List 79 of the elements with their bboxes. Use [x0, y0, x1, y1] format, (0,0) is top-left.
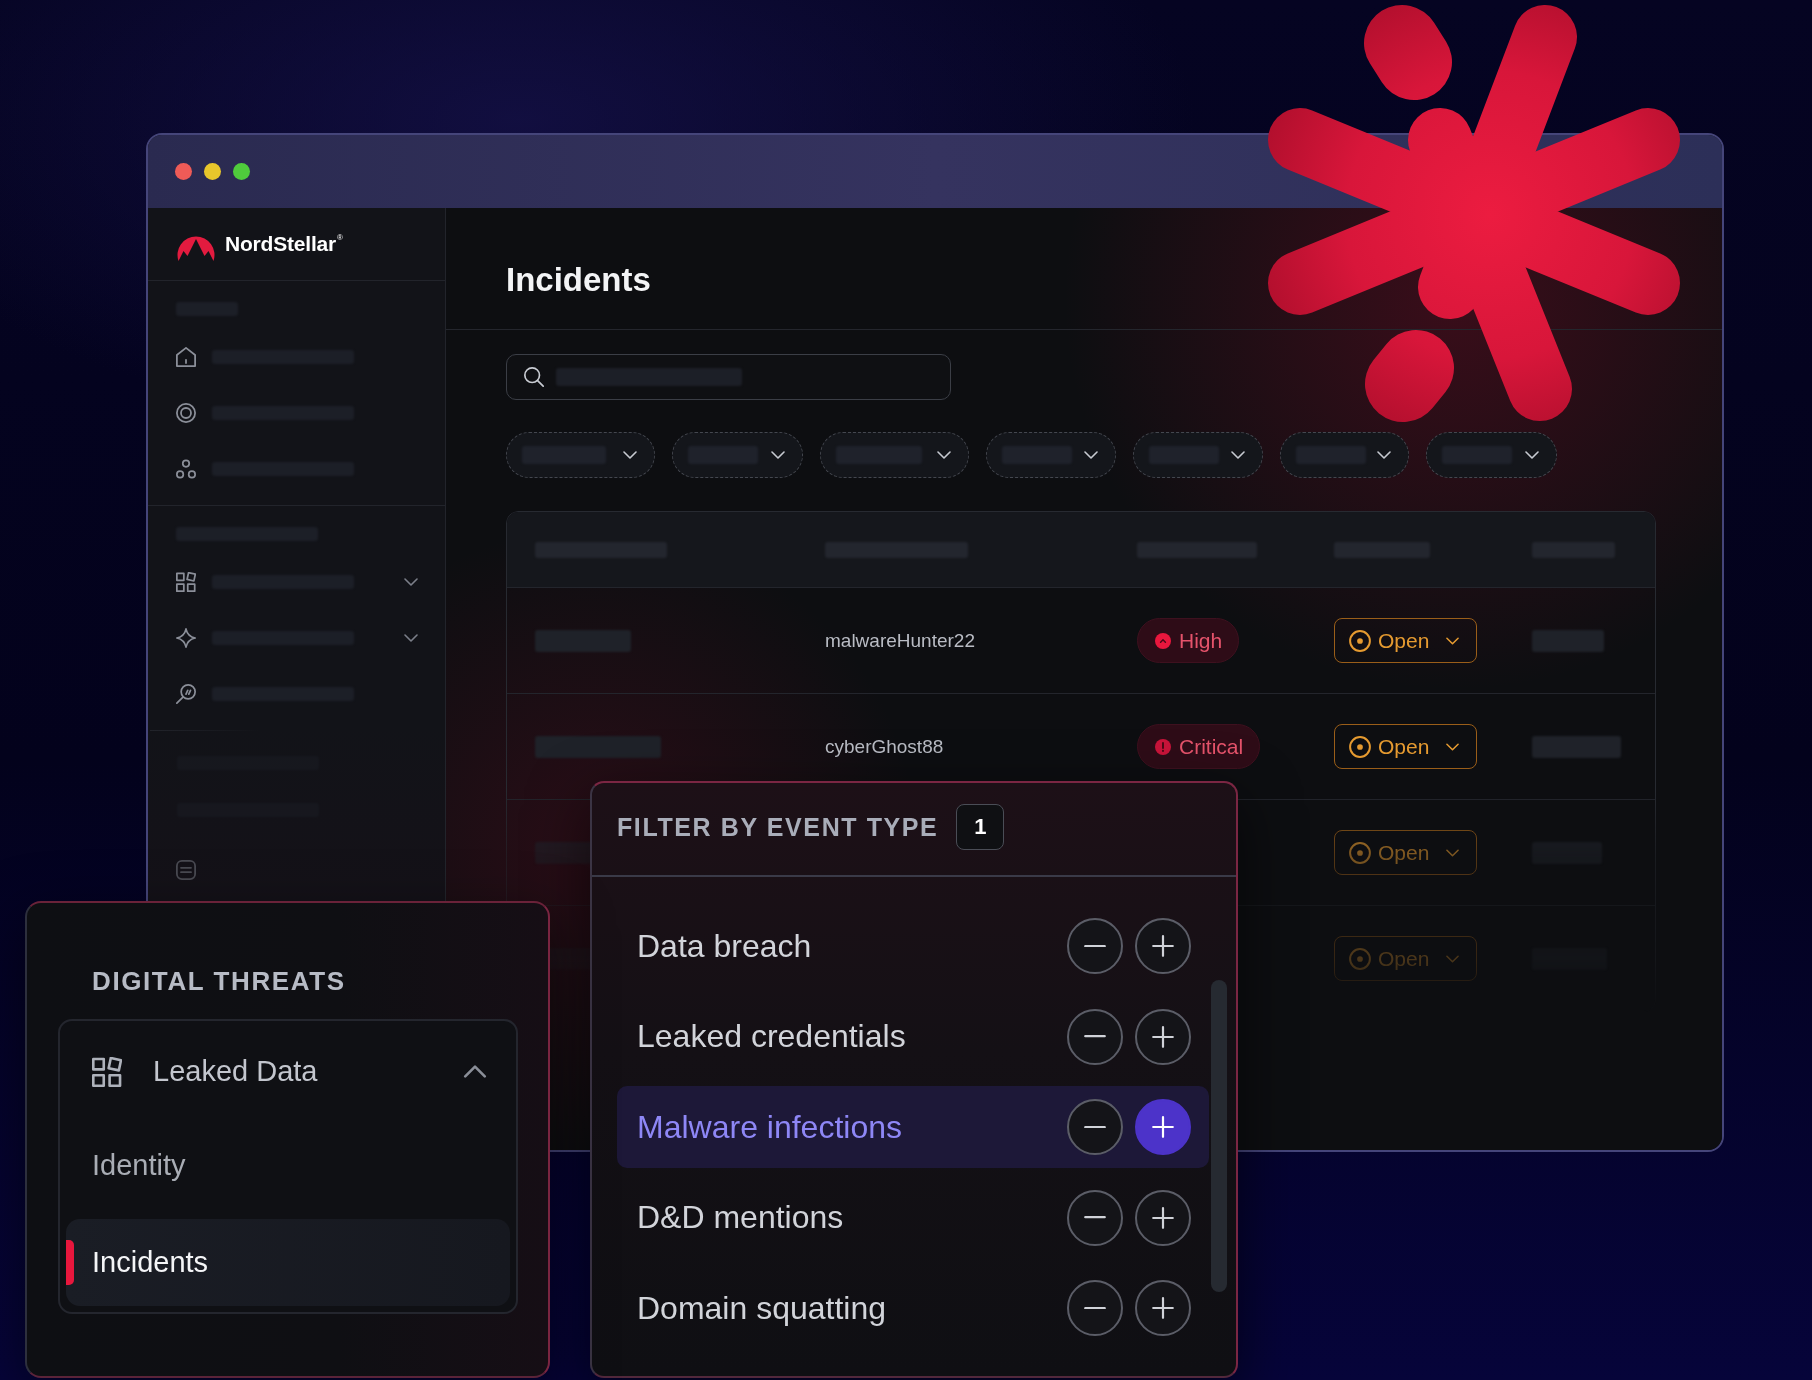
count-badge: 1: [956, 804, 1005, 850]
home-icon: [176, 347, 196, 367]
sparkle-icon: [176, 628, 196, 648]
minus-icon: [1084, 1125, 1106, 1129]
filter-dropdown[interactable]: [506, 432, 655, 478]
option-label: Malware infections: [637, 1108, 903, 1146]
search-field[interactable]: [506, 354, 951, 400]
include-button[interactable]: [1135, 1099, 1191, 1155]
minus-icon: [1084, 1306, 1106, 1310]
option-label: Domain squatting: [637, 1289, 888, 1327]
filter-dropdown[interactable]: [1426, 432, 1557, 478]
circles-icon: [176, 459, 196, 479]
filter-dropdown[interactable]: [1133, 432, 1263, 478]
maximize-button[interactable]: [233, 163, 250, 180]
popup-title: FILTER BY EVENT TYPE: [617, 812, 939, 842]
table-cell: malwareHunter22: [825, 629, 975, 652]
chevron-down-icon: [1446, 636, 1459, 645]
include-button[interactable]: [1135, 1008, 1191, 1065]
blurred-placeholder: [1532, 629, 1604, 652]
circle-dot-icon: [1349, 629, 1371, 652]
filter-dropdown[interactable]: [672, 432, 803, 478]
nav-item[interactable]: Incidents: [66, 1219, 510, 1306]
plus-icon: [1152, 935, 1174, 957]
filter-dropdown[interactable]: [820, 432, 969, 478]
chevron-down-icon: [1446, 848, 1459, 857]
severity-label: Critical: [1179, 734, 1244, 759]
circle-dot-icon: [1349, 735, 1371, 758]
include-button[interactable]: [1135, 1189, 1191, 1246]
circle-dot-icon: [1349, 947, 1371, 970]
option-label: D&D mentions: [637, 1199, 845, 1236]
close-button[interactable]: [175, 163, 192, 180]
include-button[interactable]: [1135, 1280, 1191, 1336]
plus-icon: [1152, 1297, 1174, 1319]
status-dropdown[interactable]: Open: [1334, 618, 1477, 663]
chevron-down-icon: [1446, 742, 1459, 751]
plus-icon: [1152, 1206, 1174, 1229]
filter-dropdown[interactable]: [986, 432, 1116, 478]
nav-item[interactable]: Identity: [66, 1122, 510, 1209]
nav-group-toggle[interactable]: Leaked Data: [66, 1021, 510, 1112]
exclude-button[interactable]: [1067, 1280, 1123, 1336]
chevron-down-icon: [623, 451, 637, 459]
chevron-down-icon: [1377, 451, 1391, 459]
chevron-down-icon: [771, 451, 785, 459]
minus-icon: [1084, 1035, 1106, 1038]
severity-dot-icon: [1155, 632, 1171, 649]
severity-label: High: [1179, 628, 1223, 653]
chevron-down-icon: [1231, 451, 1245, 459]
minus-icon: [1084, 1216, 1106, 1219]
exclude-button[interactable]: [1067, 1189, 1123, 1246]
target-icon: [176, 403, 196, 423]
minus-icon: [1084, 944, 1106, 948]
panel-title: DIGITAL THREATS: [92, 966, 347, 996]
circle-dot-icon: [1349, 841, 1371, 864]
table-cell: cyberGhost88: [825, 735, 944, 758]
search-icon: [524, 367, 544, 387]
page-title: Incidents: [506, 260, 651, 299]
include-button[interactable]: [1135, 918, 1191, 974]
plus-icon: [1152, 1116, 1174, 1138]
chevron-down-icon: [937, 451, 951, 459]
option-label: Data breach: [637, 927, 813, 965]
status-dropdown[interactable]: Open: [1334, 724, 1477, 769]
option-label: Leaked credentials: [637, 1018, 907, 1055]
brand-name: NordStellar$^{®}$: [225, 232, 343, 256]
chevron-down-icon: [1084, 451, 1098, 459]
magnifier-icon: [176, 684, 196, 704]
scrollbar-thumb[interactable]: [1211, 980, 1227, 1292]
exclude-button[interactable]: [1067, 918, 1123, 974]
minimize-button[interactable]: [204, 163, 221, 180]
exclude-button[interactable]: [1067, 1099, 1123, 1155]
selection-indicator: [66, 1240, 74, 1285]
grid-icon: [92, 1056, 122, 1087]
exclude-button[interactable]: [1067, 1008, 1123, 1065]
chevron-down-icon: [1446, 954, 1459, 963]
grid-icon: [176, 572, 196, 592]
exclamation-dot-icon: [1155, 738, 1171, 755]
card-icon: [176, 860, 196, 880]
plus-icon: [1152, 1025, 1174, 1048]
filter-dropdown[interactable]: [1280, 432, 1409, 478]
chevron-down-icon: [1525, 451, 1539, 459]
